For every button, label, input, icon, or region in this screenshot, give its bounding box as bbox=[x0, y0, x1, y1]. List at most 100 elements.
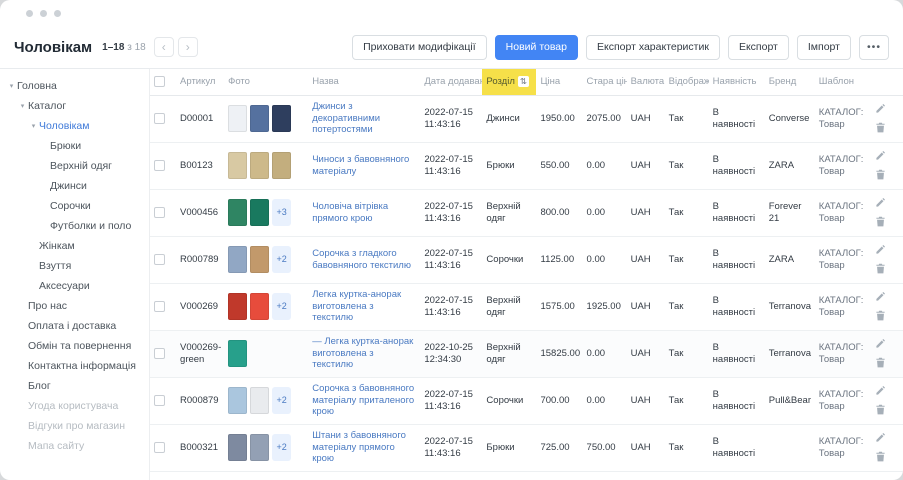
product-photo-thumbnail[interactable] bbox=[228, 293, 247, 320]
delete-button[interactable] bbox=[873, 213, 888, 232]
edit-button[interactable] bbox=[873, 382, 888, 401]
edit-button[interactable] bbox=[873, 476, 888, 480]
actions-cell bbox=[869, 330, 903, 377]
window-control-maximize[interactable] bbox=[54, 10, 61, 17]
window-control-close[interactable] bbox=[26, 10, 33, 17]
more-photos-badge[interactable]: +2 bbox=[272, 434, 291, 461]
row-checkbox[interactable] bbox=[154, 301, 165, 312]
sidebar-item-about[interactable]: Про нас bbox=[0, 296, 149, 316]
product-photo-thumbnail[interactable] bbox=[250, 105, 269, 132]
product-photo-thumbnail[interactable] bbox=[228, 340, 247, 367]
product-photo-thumbnail[interactable] bbox=[250, 199, 269, 226]
sidebar-item-home[interactable]: ▾Головна bbox=[0, 76, 149, 96]
row-checkbox[interactable] bbox=[154, 442, 165, 453]
product-photo-thumbnail[interactable] bbox=[228, 434, 247, 461]
product-name-link[interactable]: Сорочка з гладкого бавовняного текстилю bbox=[312, 248, 411, 271]
product-photo-thumbnail[interactable] bbox=[250, 434, 269, 461]
product-photo-thumbnail[interactable] bbox=[250, 246, 269, 273]
product-photo-thumbnail[interactable] bbox=[250, 293, 269, 320]
product-photo-thumbnail[interactable] bbox=[228, 105, 247, 132]
sidebar-item-accessories[interactable]: Аксесуари bbox=[0, 276, 149, 296]
delete-button[interactable] bbox=[873, 448, 888, 467]
sidebar-item-women[interactable]: Жінкам bbox=[0, 236, 149, 256]
edit-button[interactable] bbox=[873, 100, 888, 119]
product-photo-thumbnail[interactable] bbox=[272, 105, 291, 132]
sidebar-item-outerwear[interactable]: Верхній одяг bbox=[0, 156, 149, 176]
row-checkbox[interactable] bbox=[154, 348, 165, 359]
edit-button[interactable] bbox=[873, 288, 888, 307]
edit-button[interactable] bbox=[873, 147, 888, 166]
product-photo-thumbnail[interactable] bbox=[228, 199, 247, 226]
column-header-price[interactable]: Ціна bbox=[536, 69, 582, 95]
select-all-checkbox[interactable] bbox=[154, 76, 165, 87]
product-name-link[interactable]: Штани з бавовняного матеріалу прямого кр… bbox=[312, 430, 406, 465]
product-name-link[interactable]: Легка куртка-анорак виготовлена з тексти… bbox=[312, 289, 401, 324]
column-header-sku[interactable]: Артикул bbox=[176, 69, 224, 95]
sidebar-item-jeans[interactable]: Джинси bbox=[0, 176, 149, 196]
sidebar-item-payment[interactable]: Оплата і доставка bbox=[0, 316, 149, 336]
sidebar-item-catalog[interactable]: ▾Каталог bbox=[0, 96, 149, 116]
delete-button[interactable] bbox=[873, 260, 888, 279]
more-photos-badge[interactable]: +2 bbox=[272, 387, 291, 414]
new-product-button[interactable]: Новий товар bbox=[495, 35, 578, 60]
delete-button[interactable] bbox=[873, 119, 888, 138]
sidebar-item-returns[interactable]: Обмін та повернення bbox=[0, 336, 149, 356]
sidebar-item-men[interactable]: ▾Чоловікам bbox=[0, 116, 149, 136]
sidebar-item-pants[interactable]: Брюки bbox=[0, 136, 149, 156]
column-header-brand[interactable]: Бренд bbox=[765, 69, 815, 95]
more-actions-button[interactable]: ••• bbox=[859, 35, 889, 60]
column-header-currency[interactable]: Валюта bbox=[627, 69, 665, 95]
product-name-link[interactable]: — Легка куртка-анорак виготовлена з текс… bbox=[312, 336, 413, 371]
product-name-link[interactable]: Сорочка з бавовняного матеріалу притален… bbox=[312, 383, 414, 418]
more-photos-badge[interactable]: +2 bbox=[272, 293, 291, 320]
sidebar-item-shirts[interactable]: Сорочки bbox=[0, 196, 149, 216]
window-control-minimize[interactable] bbox=[40, 10, 47, 17]
column-header-template[interactable]: Шаблон bbox=[815, 69, 869, 95]
product-name-link[interactable]: Чоловіча вітрівка прямого крою bbox=[312, 201, 388, 224]
sidebar-item-tshirts[interactable]: Футболки и поло bbox=[0, 216, 149, 236]
sidebar-item-reviews[interactable]: Відгуки про магазин bbox=[0, 416, 149, 436]
row-checkbox[interactable] bbox=[154, 254, 165, 265]
column-header-photo[interactable]: Фото bbox=[224, 69, 308, 95]
hide-modifications-button[interactable]: Приховати модифікації bbox=[352, 35, 487, 60]
column-header-name[interactable]: Назва bbox=[308, 69, 420, 95]
column-header-section[interactable]: Розділ⇅ bbox=[482, 69, 536, 95]
delete-button[interactable] bbox=[873, 307, 888, 326]
product-name-link[interactable]: Чиноси з бавовняного матеріалу bbox=[312, 154, 409, 177]
delete-button[interactable] bbox=[873, 401, 888, 420]
column-header-display[interactable]: Відображати bbox=[665, 69, 709, 95]
sidebar-item-blog[interactable]: Блог bbox=[0, 376, 149, 396]
edit-button[interactable] bbox=[873, 429, 888, 448]
column-header-availability[interactable]: Наявність bbox=[709, 69, 765, 95]
sidebar-item-shoes[interactable]: Взуття bbox=[0, 256, 149, 276]
product-photo-thumbnail[interactable] bbox=[250, 387, 269, 414]
delete-button[interactable] bbox=[873, 354, 888, 373]
prev-page-button[interactable]: ‹ bbox=[154, 37, 174, 57]
export-characteristics-button[interactable]: Експорт характеристик bbox=[586, 35, 720, 60]
edit-button[interactable] bbox=[873, 194, 888, 213]
row-checkbox[interactable] bbox=[154, 160, 165, 171]
row-checkbox[interactable] bbox=[154, 207, 165, 218]
edit-button[interactable] bbox=[873, 241, 888, 260]
product-photo-thumbnail[interactable] bbox=[250, 152, 269, 179]
column-header-old-price[interactable]: Стара ціна bbox=[583, 69, 627, 95]
row-checkbox[interactable] bbox=[154, 113, 165, 124]
edit-button[interactable] bbox=[873, 335, 888, 354]
product-photo-thumbnail[interactable] bbox=[272, 152, 291, 179]
product-photo-thumbnail[interactable] bbox=[228, 387, 247, 414]
import-button[interactable]: Імпорт bbox=[797, 35, 851, 60]
more-photos-badge[interactable]: +3 bbox=[272, 199, 291, 226]
sidebar-item-sitemap[interactable]: Мапа сайту bbox=[0, 436, 149, 456]
delete-button[interactable] bbox=[873, 166, 888, 185]
export-button[interactable]: Експорт bbox=[728, 35, 789, 60]
next-page-button[interactable]: › bbox=[178, 37, 198, 57]
sidebar-item-contacts[interactable]: Контактна інформація bbox=[0, 356, 149, 376]
column-header-date[interactable]: Дата додавання bbox=[420, 69, 482, 95]
more-photos-badge[interactable]: +2 bbox=[272, 246, 291, 273]
product-photo-thumbnail[interactable] bbox=[228, 152, 247, 179]
row-checkbox[interactable] bbox=[154, 395, 165, 406]
product-photo-thumbnail[interactable] bbox=[228, 246, 247, 273]
product-name-link[interactable]: Джинси з декоративними потертостями bbox=[312, 101, 380, 136]
sort-icon[interactable]: ⇅ bbox=[518, 76, 529, 87]
sidebar-item-terms[interactable]: Угода користувача bbox=[0, 396, 149, 416]
